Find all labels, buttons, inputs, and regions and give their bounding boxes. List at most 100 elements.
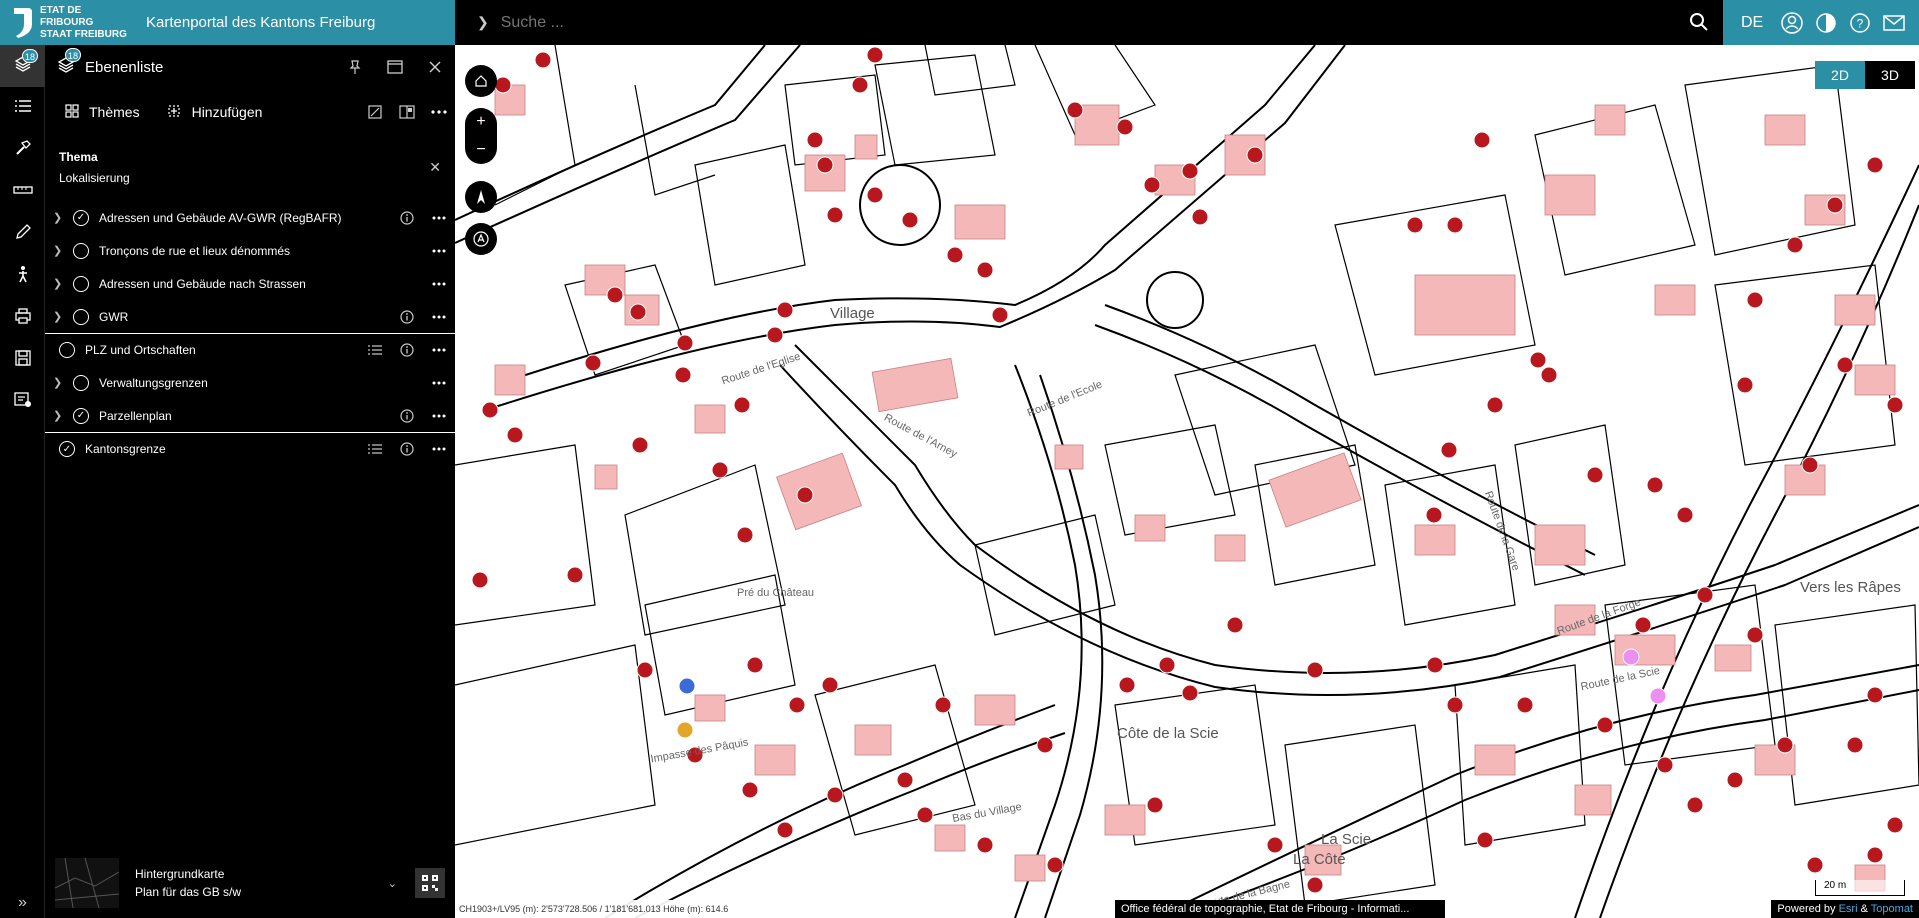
- compare-icon[interactable]: [391, 89, 423, 135]
- layer-checkbox[interactable]: ✓: [73, 209, 89, 226]
- map-attribution[interactable]: Office fédéral de topographie, Etat de F…: [1115, 900, 1445, 918]
- background-thumbnail: [55, 858, 119, 908]
- rail-layers-button[interactable]: 18: [0, 45, 45, 87]
- language-selector[interactable]: DE: [1741, 14, 1775, 32]
- search-input[interactable]: [500, 13, 1651, 32]
- legend-icon[interactable]: [359, 334, 391, 367]
- filter-layers-icon[interactable]: [359, 89, 391, 135]
- panel-toolbar: Thèmes Hinzufügen: [45, 89, 455, 135]
- info-icon[interactable]: [391, 399, 423, 432]
- locate-icon: [473, 231, 489, 247]
- themes-label: Thèmes: [89, 104, 140, 120]
- more-options-icon[interactable]: [423, 334, 455, 367]
- more-options-icon[interactable]: [423, 89, 455, 135]
- panel-layers-icon: 18: [57, 47, 81, 79]
- view-2d-button[interactable]: 2D: [1815, 61, 1865, 89]
- info-icon[interactable]: [391, 201, 423, 234]
- layer-row[interactable]: ❯ Adressen und Gebäude nach Strassen: [45, 267, 455, 300]
- place-name-la-cote: La Côte: [1293, 851, 1346, 868]
- layer-row[interactable]: ❯ ✓ Parzellenplan: [45, 399, 455, 432]
- help-icon[interactable]: ?: [1843, 0, 1877, 45]
- chevron-right-icon[interactable]: ❯: [53, 310, 67, 323]
- chevron-right-icon[interactable]: ❯: [53, 376, 67, 389]
- layer-row[interactable]: PLZ und Ortschaften: [45, 333, 455, 366]
- svg-text:?: ?: [1857, 16, 1864, 30]
- user-icon[interactable]: [1775, 0, 1809, 45]
- pin-icon[interactable]: [335, 45, 375, 89]
- home-button[interactable]: [465, 65, 497, 97]
- layer-row[interactable]: ❯ GWR: [45, 300, 455, 333]
- topomat-link[interactable]: Topomat: [1871, 903, 1913, 915]
- rail-legend-button[interactable]: [0, 87, 45, 129]
- scale-bar: 20 m: [1815, 880, 1905, 896]
- rail-draw-button[interactable]: [0, 213, 45, 255]
- portal-title[interactable]: Kartenportal des Kantons Freiburg: [146, 14, 375, 31]
- add-layer-button[interactable]: Hinzufügen: [166, 103, 262, 122]
- more-options-icon[interactable]: [423, 300, 455, 333]
- more-options-icon[interactable]: [423, 433, 455, 466]
- layer-checkbox[interactable]: [73, 242, 89, 259]
- height-value: 614.6: [705, 904, 729, 914]
- app-window: ETAT DE FRIBOURG STAAT FREIBURG Kartenpo…: [0, 0, 1919, 918]
- qr-code-icon[interactable]: [415, 868, 445, 898]
- close-icon[interactable]: [415, 45, 455, 89]
- thema-close-icon[interactable]: ✕: [429, 157, 441, 178]
- locate-button[interactable]: [465, 223, 497, 255]
- person-icon: [16, 265, 30, 288]
- view-3d-button[interactable]: 3D: [1865, 61, 1915, 89]
- layer-row[interactable]: ❯ Verwaltungsgrenzen: [45, 366, 455, 399]
- rail-measure-button[interactable]: [0, 171, 45, 213]
- chevron-right-icon[interactable]: ❯: [53, 211, 67, 224]
- measure-icon: [12, 183, 33, 202]
- chevron-right-icon[interactable]: ❯: [53, 277, 67, 290]
- layer-checkbox[interactable]: ✓: [59, 441, 75, 457]
- more-options-icon[interactable]: [423, 201, 455, 234]
- rail-print-button[interactable]: [0, 297, 45, 339]
- background-map-selector[interactable]: Hintergrundkarte Plan für das GB s/w ⌄: [45, 848, 455, 918]
- rail-save-button[interactable]: [0, 339, 45, 381]
- layer-row[interactable]: ❯ Tronçons de rue et lieux dénommés: [45, 234, 455, 267]
- layer-checkbox[interactable]: ✓: [73, 407, 89, 424]
- compass-icon: [477, 190, 485, 204]
- report-icon: [13, 391, 32, 413]
- layers-count-badge: 18: [22, 49, 38, 63]
- chevron-right-icon[interactable]: ❯: [53, 244, 67, 257]
- layer-checkbox[interactable]: [73, 374, 89, 391]
- more-options-icon[interactable]: [423, 366, 455, 399]
- map-canvas[interactable]: Village Pré du Château Côte de la Scie V…: [455, 45, 1919, 918]
- contrast-icon[interactable]: [1809, 0, 1843, 45]
- esri-link[interactable]: Esri: [1839, 903, 1858, 915]
- search-icon[interactable]: [1689, 12, 1709, 37]
- chevron-right-icon[interactable]: ❯: [53, 409, 67, 422]
- layer-row[interactable]: ✓ Kantonsgrenze: [45, 432, 455, 465]
- canton-logo-icon[interactable]: [10, 6, 36, 40]
- info-icon[interactable]: [391, 433, 423, 466]
- layer-checkbox[interactable]: [59, 342, 75, 358]
- info-icon[interactable]: [391, 300, 423, 333]
- rail-report-button[interactable]: [0, 381, 45, 423]
- layer-checkbox[interactable]: [73, 308, 89, 325]
- rail-person-button[interactable]: [0, 255, 45, 297]
- expand-rail-icon[interactable]: »: [0, 894, 45, 912]
- legend-icon[interactable]: [359, 433, 391, 466]
- place-name-vers-les-rapes: Vers les Râpes: [1800, 579, 1901, 596]
- compass-button[interactable]: [465, 181, 497, 213]
- more-options-icon[interactable]: [423, 267, 455, 300]
- chevron-down-icon[interactable]: ⌄: [388, 877, 397, 890]
- maximize-icon[interactable]: [375, 45, 415, 89]
- more-options-icon[interactable]: [423, 399, 455, 432]
- coords-value: 2'573'728.506 / 1'181'681.013: [541, 904, 661, 914]
- search-expand-chevron-icon[interactable]: ❯: [477, 14, 489, 31]
- panel-title: Ebenenliste: [85, 58, 164, 76]
- more-options-icon[interactable]: [423, 234, 455, 267]
- zoom-in-button[interactable]: +: [465, 108, 497, 136]
- info-icon[interactable]: [391, 334, 423, 367]
- layer-checkbox[interactable]: [73, 275, 89, 292]
- themes-button[interactable]: Thèmes: [65, 103, 140, 121]
- layer-row[interactable]: ❯ ✓ Adressen und Gebäude AV-GWR (RegBAFR): [45, 201, 455, 234]
- coords-label: CH1903+/LV95 (m):: [459, 904, 539, 914]
- mail-icon[interactable]: [1877, 0, 1911, 45]
- plus-icon: +: [476, 113, 486, 130]
- rail-tools-button[interactable]: [0, 129, 45, 171]
- layer-label: Tronçons de rue et lieux dénommés: [99, 243, 290, 258]
